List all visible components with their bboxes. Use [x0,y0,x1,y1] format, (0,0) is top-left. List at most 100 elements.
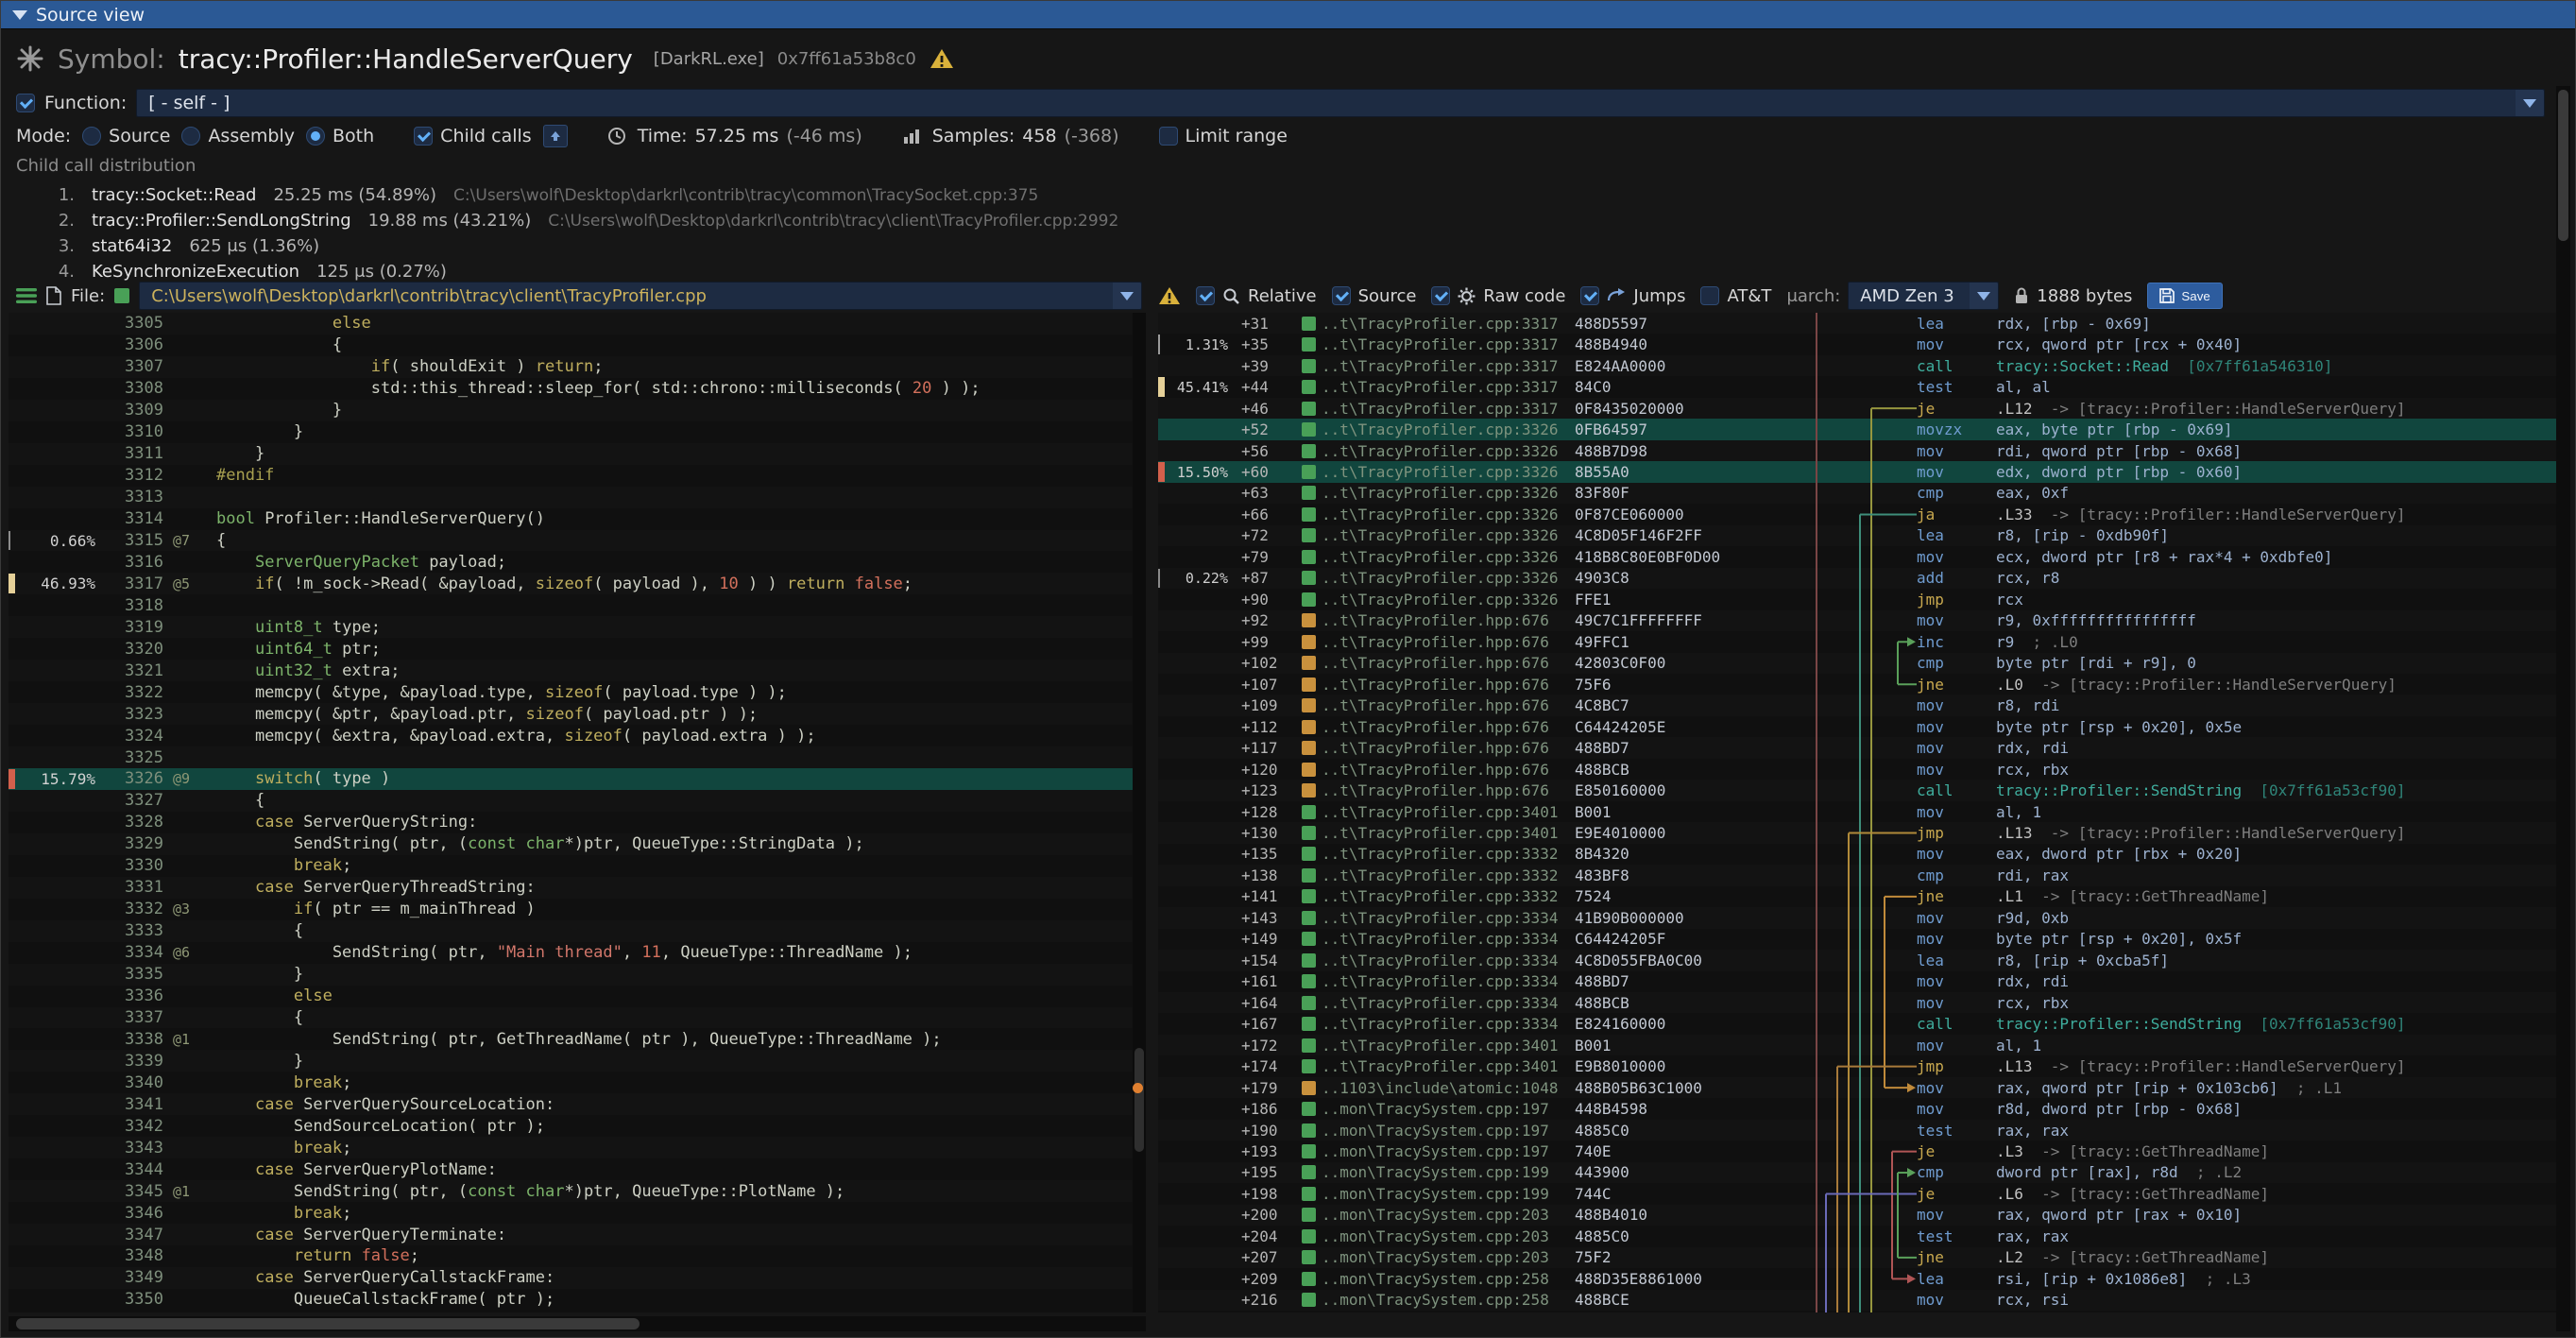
asm-row[interactable]: +186..mon\TracySystem.cpp:197448B4598mov… [1158,1098,2558,1119]
asm-row[interactable]: +130..t\TracyProfiler.cpp:3401E9E4010000… [1158,822,2558,843]
asm-row[interactable]: +128..t\TracyProfiler.cpp:3401B001moval,… [1158,801,2558,822]
asm-source-location[interactable]: ..t\TracyProfiler.cpp:3326 [1322,442,1575,460]
source-line[interactable]: 3316 ServerQueryPacket payload; [9,551,1146,573]
source-line[interactable]: 3339 } [9,1050,1146,1072]
asm-row[interactable]: +216..mon\TracySystem.cpp:258488BCEmovrc… [1158,1290,2558,1311]
source-line[interactable]: 3343 break; [9,1137,1146,1158]
child-call-entry[interactable]: 2.tracy::Profiler::SendLongString19.88 m… [50,208,2552,233]
asm-row[interactable]: +31..t\TracyProfiler.cpp:3317488D5597lea… [1158,313,2558,334]
function-dropdown[interactable]: [ - self - ] [136,89,2545,117]
collapse-triangle-icon[interactable] [12,10,27,20]
child-call-entry[interactable]: 1.tracy::Socket::Read25.25 ms (54.89%)C:… [50,182,2552,208]
asm-source-location[interactable]: ..t\TracyProfiler.cpp:3401 [1322,1037,1575,1055]
asm-row[interactable]: +63..t\TracyProfiler.cpp:332683F80Fcmpea… [1158,483,2558,504]
asm-source-location[interactable]: ..t\TracyProfiler.cpp:3326 [1322,484,1575,502]
asm-row[interactable]: +72..t\TracyProfiler.cpp:33264C8D05F146F… [1158,525,2558,546]
asm-source-location[interactable]: ..t\TracyProfiler.cpp:3317 [1322,378,1575,396]
asm-source-location[interactable]: ..t\TracyProfiler.hpp:676 [1322,633,1575,651]
asm-row[interactable]: +154..t\TracyProfiler.cpp:33344C8D055FBA… [1158,950,2558,970]
asm-row[interactable]: +207..mon\TracySystem.cpp:20375F2jne.L2 … [1158,1247,2558,1268]
asm-row[interactable]: +204..mon\TracySystem.cpp:2034885C0testr… [1158,1226,2558,1246]
asm-row[interactable]: +141..t\TracyProfiler.cpp:33327524jne.L1… [1158,886,2558,907]
source-line[interactable]: 3305 else [9,313,1146,334]
asm-row[interactable]: +109..t\TracyProfiler.hpp:6764C8BC7movr8… [1158,695,2558,715]
asm-source-location[interactable]: ..t\TracyProfiler.cpp:3326 [1322,591,1575,609]
radio-both[interactable]: Both [306,126,374,146]
asm-source-location[interactable]: ..t\TracyProfiler.hpp:676 [1322,739,1575,757]
source-line[interactable]: 3349 case ServerQueryCallstackFrame: [9,1267,1146,1289]
asm-row[interactable]: +198..mon\TracySystem.cpp:199744Cje.L6 -… [1158,1183,2558,1204]
source-line[interactable]: 3312#endif [9,465,1146,487]
asm-source-location[interactable]: ..t\TracyProfiler.hpp:676 [1322,611,1575,629]
radio-source[interactable]: Source [82,126,170,146]
limit-range-toggle[interactable]: Limit range [1159,126,1288,146]
asm-row[interactable]: +102..t\TracyProfiler.hpp:67642803C0F00c… [1158,653,2558,674]
asm-row[interactable]: +138..t\TracyProfiler.cpp:3332483BF8cmpr… [1158,865,2558,885]
source-line[interactable]: 3311 } [9,443,1146,465]
source-line[interactable]: 3328 case ServerQueryString: [9,812,1146,833]
asm-row[interactable]: +117..t\TracyProfiler.hpp:676488BD7movrd… [1158,737,2558,758]
asm-source-location[interactable]: ..t\TracyProfiler.hpp:676 [1322,676,1575,694]
relative-checkbox[interactable] [1196,286,1215,305]
asm-row[interactable]: 45.41%+44..t\TracyProfiler.cpp:331784C0t… [1158,376,2558,397]
relative-toggle[interactable]: Relative [1196,286,1317,306]
asm-source-location[interactable]: ..t\TracyProfiler.hpp:676 [1322,718,1575,736]
asm-source-location[interactable]: ..t\TracyProfiler.cpp:3326 [1322,569,1575,587]
asm-row[interactable]: +200..mon\TracySystem.cpp:203488B4010mov… [1158,1205,2558,1226]
asm-row[interactable]: +174..t\TracyProfiler.cpp:3401E9B8010000… [1158,1055,2558,1076]
asm-source-location[interactable]: ..t\TracyProfiler.cpp:3334 [1322,972,1575,990]
asm-row[interactable]: +39..t\TracyProfiler.cpp:3317E824AA0000c… [1158,355,2558,376]
asm-source-location[interactable]: ..t\TracyProfiler.cpp:3326 [1322,526,1575,544]
source-line[interactable]: 3345@1 SendString( ptr, (const char*)ptr… [9,1180,1146,1202]
asm-row[interactable]: +190..mon\TracySystem.cpp:1974885C0testr… [1158,1120,2558,1141]
save-button[interactable]: Save [2147,283,2222,309]
source-line[interactable]: 3318 [9,594,1146,616]
asm-source-location[interactable]: ..mon\TracySystem.cpp:258 [1322,1270,1575,1288]
source-line[interactable]: 3325 [9,746,1146,768]
source-line[interactable]: 3346 break; [9,1202,1146,1224]
source-line[interactable]: 3308 std::this_thread::sleep_for( std::c… [9,378,1146,400]
radio-source-icon[interactable] [82,127,101,146]
source-line[interactable]: 3310 } [9,421,1146,443]
child-calls-checkbox[interactable] [414,127,433,146]
source-line[interactable]: 3306 { [9,334,1146,356]
source-toggle[interactable]: Source [1332,286,1417,306]
asm-row[interactable]: +90..t\TracyProfiler.cpp:3326FFE1jmprcx [1158,589,2558,609]
asm-source-location[interactable]: ..t\TracyProfiler.hpp:676 [1322,696,1575,714]
asm-source-location[interactable]: ..mon\TracySystem.cpp:199 [1322,1163,1575,1181]
asm-row[interactable]: 0.22%+87..t\TracyProfiler.cpp:33264903C8… [1158,568,2558,589]
source-line[interactable]: 3309 } [9,400,1146,421]
asm-source-location[interactable]: ..t\TracyProfiler.cpp:3317 [1322,357,1575,375]
source-line[interactable]: 0.66%3315@7{ [9,530,1146,552]
child-calls-toggle[interactable]: Child calls [414,126,532,146]
chevron-down-icon[interactable] [1970,283,1998,309]
asm-source-location[interactable]: ..t\TracyProfiler.cpp:3401 [1322,803,1575,821]
raw-code-toggle[interactable]: Raw code [1431,286,1565,306]
asm-row[interactable]: +161..t\TracyProfiler.cpp:3334488BD7movr… [1158,971,2558,992]
asm-row[interactable]: +179..1103\include\atomic:1048488B05B63C… [1158,1077,2558,1098]
asm-row[interactable]: +135..t\TracyProfiler.cpp:33328B4320move… [1158,844,2558,865]
vertical-scrollbar[interactable] [2556,86,2570,1331]
source-pane[interactable]: 3305 else3306 {3307 if( shouldExit ) ret… [9,313,1146,1312]
radio-both-icon[interactable] [306,127,325,146]
asm-source-location[interactable]: ..mon\TracySystem.cpp:197 [1322,1122,1575,1140]
att-checkbox[interactable] [1700,286,1719,305]
asm-row[interactable]: +56..t\TracyProfiler.cpp:3326488B7D98mov… [1158,440,2558,461]
asm-source-location[interactable]: ..mon\TracySystem.cpp:203 [1322,1227,1575,1245]
asm-row[interactable]: +99..t\TracyProfiler.hpp:67649FFC1incr9 … [1158,631,2558,652]
title-bar[interactable]: Source view [1,1,2575,29]
asm-row[interactable]: +143..t\TracyProfiler.cpp:333441B90B0000… [1158,907,2558,928]
up-arrow-button[interactable] [543,125,568,147]
source-line[interactable]: 3332@3 if( ptr == m_mainThread ) [9,899,1146,920]
asm-source-location[interactable]: ..mon\TracySystem.cpp:258 [1322,1291,1575,1309]
source-line[interactable]: 3307 if( shouldExit ) return; [9,356,1146,378]
source-line[interactable]: 3337 { [9,1007,1146,1029]
child-call-entry[interactable]: 4.KeSynchronizeExecution125 μs (0.27%) [50,259,2552,281]
source-line[interactable]: 3313 [9,487,1146,508]
source-line[interactable]: 3341 case ServerQuerySourceLocation: [9,1093,1146,1115]
asm-row[interactable]: +120..t\TracyProfiler.hpp:676488BCBmovrc… [1158,759,2558,780]
source-line[interactable]: 3333 { [9,920,1146,942]
asm-row[interactable]: +79..t\TracyProfiler.cpp:3326418B8C80E0B… [1158,546,2558,567]
source-line[interactable]: 3335 } [9,964,1146,986]
asm-row[interactable]: +167..t\TracyProfiler.cpp:3334E824160000… [1158,1013,2558,1034]
